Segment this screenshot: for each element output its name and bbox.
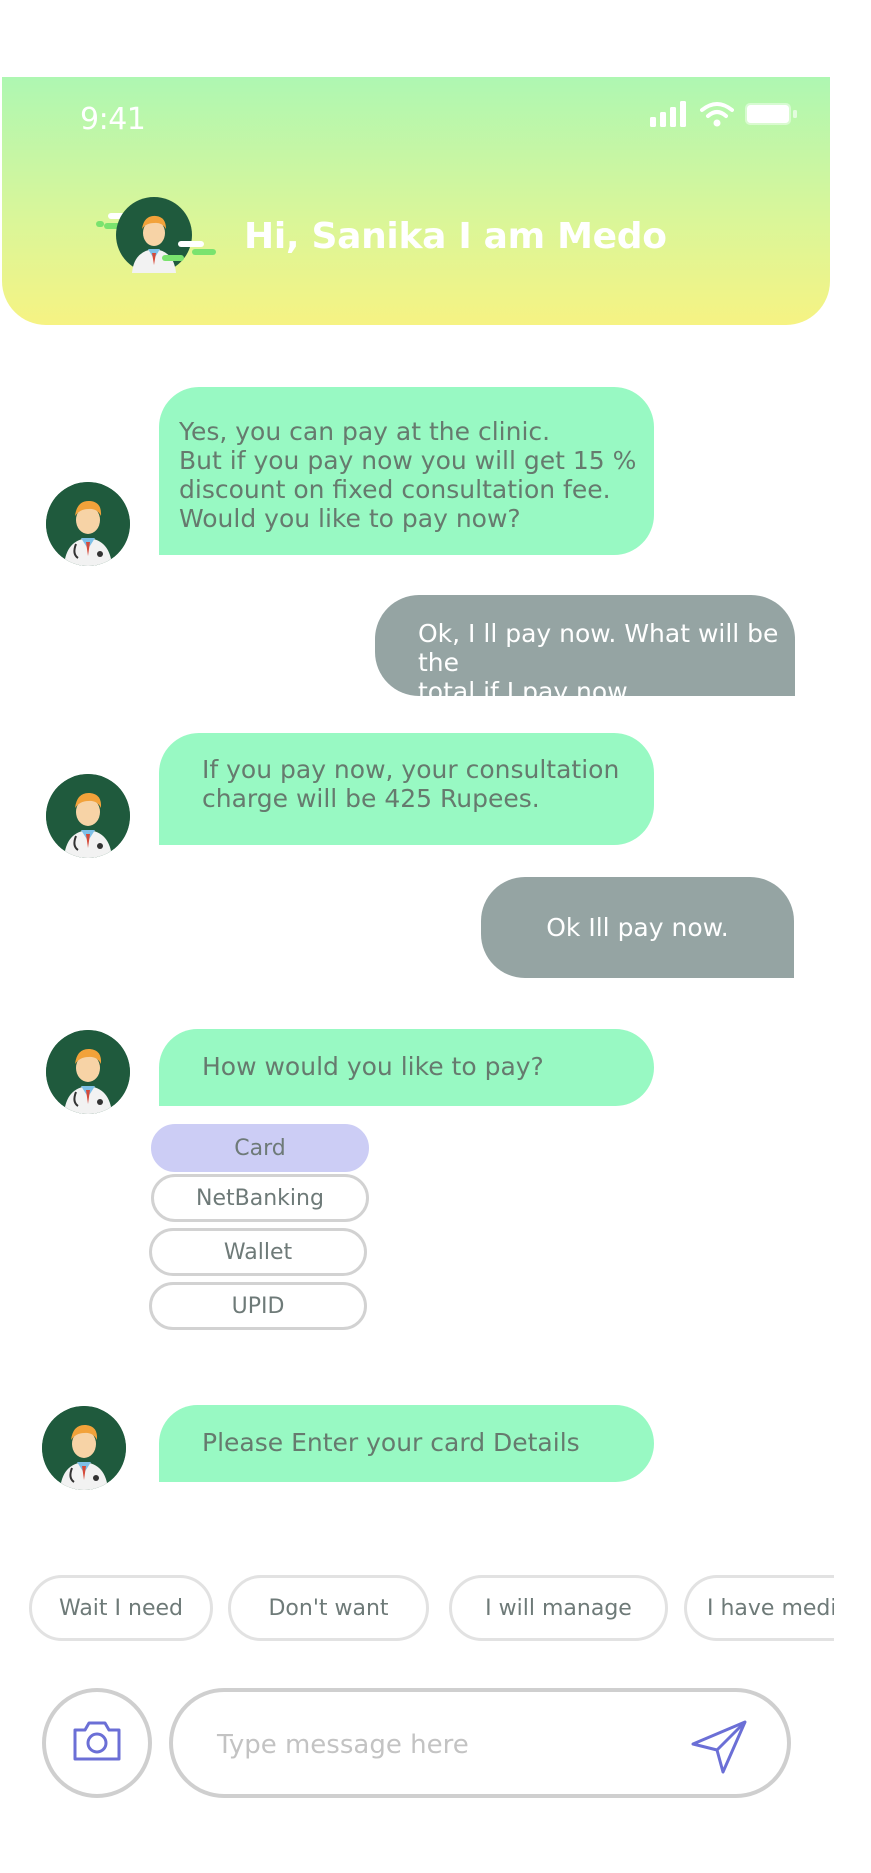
doctor-icon	[42, 1406, 126, 1490]
doctor-icon	[46, 774, 130, 858]
bot-message: Yes, you can pay at the clinic. But if y…	[159, 387, 654, 555]
bot-message: Please Enter your card Details	[159, 1405, 654, 1482]
message-text: How would you like to pay?	[202, 1052, 544, 1081]
user-message: Ok, I ll pay now. What will be the total…	[375, 595, 795, 696]
camera-icon	[71, 1720, 123, 1766]
signal-icon	[650, 101, 690, 131]
message-text: Yes, you can pay at the clinic. But if y…	[179, 417, 637, 533]
bot-avatar	[46, 774, 130, 858]
payment-option-card[interactable]: Card	[151, 1124, 369, 1172]
user-message: Ok Ill pay now.	[481, 877, 794, 978]
doctor-icon	[46, 1030, 130, 1114]
status-icons	[650, 101, 798, 131]
payment-option-upid[interactable]: UPID	[149, 1282, 367, 1330]
message-text: Ok Ill pay now.	[546, 913, 729, 942]
quick-reply[interactable]: Don't want	[228, 1575, 429, 1641]
message-text: If you pay now, your consultation charge…	[202, 755, 620, 813]
status-time: 9:41	[80, 102, 146, 137]
doctor-icon	[46, 482, 130, 566]
bot-message: How would you like to pay?	[159, 1029, 654, 1106]
header-avatar	[94, 195, 222, 275]
message-text: Please Enter your card Details	[202, 1428, 580, 1457]
bot-avatar	[46, 1030, 130, 1114]
bot-avatar	[42, 1406, 126, 1490]
message-input[interactable]: Type message here	[169, 1688, 791, 1798]
quick-reply[interactable]: I have medi	[684, 1575, 834, 1641]
battery-icon	[744, 101, 798, 131]
payment-option-wallet[interactable]: Wallet	[149, 1228, 367, 1276]
message-placeholder: Type message here	[217, 1730, 469, 1760]
header-title: Hi, Sanika I am Medo	[244, 216, 667, 257]
message-text: Ok, I ll pay now. What will be the total…	[418, 619, 779, 696]
send-icon[interactable]	[689, 1718, 749, 1776]
wifi-icon	[700, 101, 734, 131]
payment-option-netbanking[interactable]: NetBanking	[151, 1174, 369, 1222]
bot-avatar	[46, 482, 130, 566]
camera-button[interactable]	[42, 1688, 152, 1798]
bot-message: If you pay now, your consultation charge…	[159, 733, 654, 845]
quick-reply[interactable]: Wait I need	[29, 1575, 213, 1641]
chat-header: 9:41 Hi, Sanika I am Medo	[2, 77, 830, 325]
quick-reply[interactable]: I will manage	[449, 1575, 668, 1641]
